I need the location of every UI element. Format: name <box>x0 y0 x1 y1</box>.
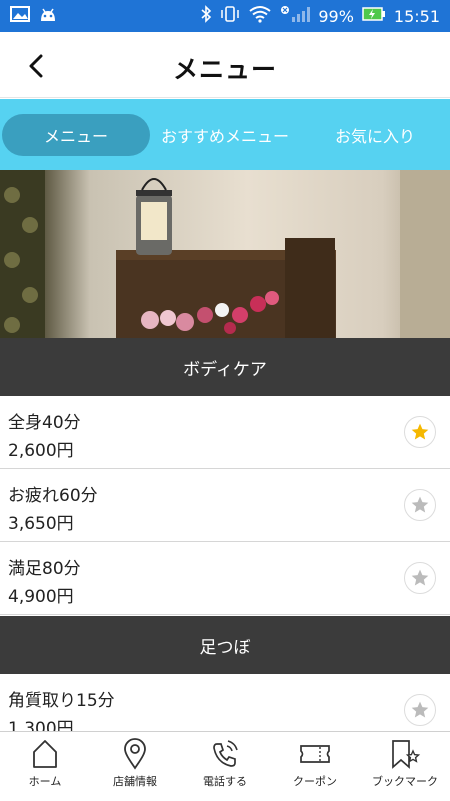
favorite-button[interactable] <box>404 489 436 521</box>
nav-home[interactable]: ホーム <box>0 732 90 801</box>
tab-favorites[interactable]: お気に入り <box>300 114 450 156</box>
favorite-button[interactable] <box>404 416 436 448</box>
signal-icon <box>280 5 311 27</box>
phone-icon <box>213 740 238 767</box>
vibrate-icon <box>220 5 240 27</box>
bottom-nav: ホーム 店舗情報 電話する クーポン ブックマーク <box>0 731 450 800</box>
nav-store-info[interactable]: 店舗情報 <box>90 732 180 801</box>
hero-image <box>0 170 450 338</box>
star-icon <box>411 569 429 586</box>
section-header: 足つぼ <box>0 616 450 674</box>
menu-item[interactable]: 満足80分 4,900円 <box>0 542 450 615</box>
nav-bookmark[interactable]: ブックマーク <box>360 732 450 801</box>
section-header: ボディケア <box>0 338 450 396</box>
tab-recommended[interactable]: おすすめメニュー <box>150 114 300 156</box>
coupon-icon <box>300 745 330 763</box>
star-filled-icon <box>411 423 429 440</box>
star-icon <box>411 496 429 513</box>
battery-icon <box>362 6 386 26</box>
map-pin-icon <box>124 738 146 770</box>
star-icon <box>411 701 429 718</box>
menu-item-name: 全身40分 <box>8 413 81 433</box>
app-header: メニュー <box>0 32 450 98</box>
menu-item-name: 角質取り15分 <box>8 691 115 711</box>
bluetooth-icon <box>200 5 212 27</box>
page-title: メニュー <box>172 55 277 84</box>
nav-call[interactable]: 電話する <box>180 732 270 801</box>
tab-bar: メニュー おすすめメニュー お気に入り <box>0 99 450 170</box>
nav-coupon[interactable]: クーポン <box>270 732 360 801</box>
android-icon <box>38 6 58 26</box>
favorite-button[interactable] <box>404 562 436 594</box>
menu-item-price: 3,650円 <box>8 514 74 534</box>
nav-label: 店舗情報 <box>113 775 157 788</box>
status-bar: 99% 15:51 <box>0 0 450 32</box>
wifi-icon <box>248 5 272 27</box>
nav-label: クーポン <box>293 775 337 788</box>
tab-menu[interactable]: メニュー <box>2 113 150 156</box>
nav-label: ブックマーク <box>372 775 438 788</box>
menu-item-name: 満足80分 <box>8 559 81 579</box>
menu-item-price: 4,900円 <box>8 587 74 607</box>
nav-label: ホーム <box>28 775 62 788</box>
clock: 15:51 <box>393 6 440 26</box>
menu-item-price: 2,600円 <box>8 441 74 461</box>
home-icon <box>33 740 57 768</box>
menu-item[interactable]: お疲れ60分 3,650円 <box>0 469 450 542</box>
bookmark-icon <box>392 740 421 769</box>
image-icon <box>10 6 30 26</box>
menu-item[interactable]: 全身40分 2,600円 <box>0 396 450 469</box>
menu-item-name: お疲れ60分 <box>8 486 98 506</box>
nav-label: 電話する <box>203 775 247 788</box>
favorite-button[interactable] <box>404 694 436 726</box>
battery-percent: 99% <box>318 6 354 26</box>
